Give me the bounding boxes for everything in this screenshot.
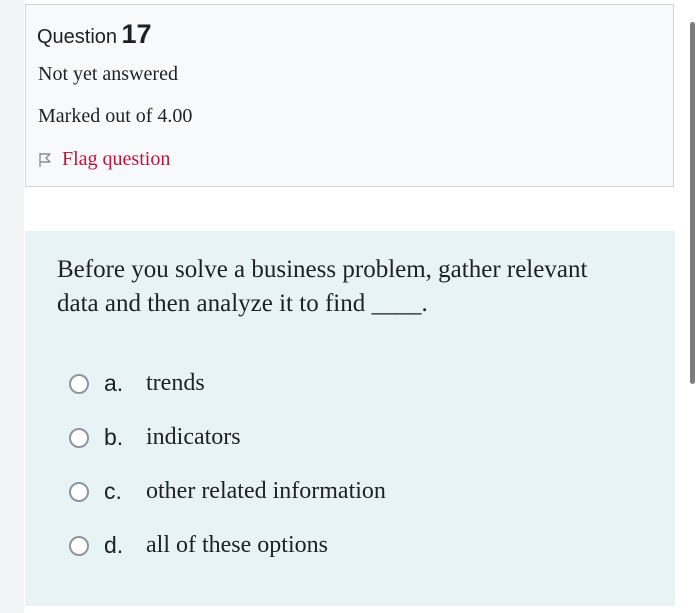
question-text: Before you solve a business problem, gat… — [57, 256, 588, 317]
answer-option-b[interactable]: b. indicators — [69, 424, 241, 451]
question-status: Not yet answered — [38, 63, 178, 85]
question-panel: Before you solve a business problem, gat… — [25, 231, 675, 606]
scrollbar-thumb[interactable] — [690, 22, 695, 384]
question-info-box: Question 17 Not yet answered Marked out … — [25, 4, 674, 187]
answer-letter: c. — [104, 478, 122, 504]
answer-option-a[interactable]: a. trends — [69, 370, 205, 397]
radio-icon[interactable] — [69, 373, 89, 394]
flag-question-label: Flag question — [62, 148, 171, 170]
left-gutter — [0, 0, 24, 613]
radio-icon[interactable] — [69, 481, 89, 502]
question-heading: Question 17 — [37, 19, 152, 50]
answer-text: all of these options — [146, 532, 328, 558]
question-marks: Marked out of 4.00 — [38, 105, 193, 127]
flag-icon — [39, 152, 51, 167]
answer-letter: a. — [104, 370, 124, 396]
answer-letter: b. — [104, 424, 124, 450]
answer-text: other related information — [146, 478, 386, 504]
answer-option-c[interactable]: c. other related information — [69, 478, 386, 505]
answer-option-d[interactable]: d. all of these options — [69, 532, 328, 559]
question-number: 17 — [121, 19, 152, 49]
answer-text: indicators — [146, 424, 241, 450]
answer-letter: d. — [104, 532, 124, 558]
question-label: Question — [37, 26, 118, 48]
flag-question-link[interactable]: Flag question — [38, 148, 170, 171]
radio-icon[interactable] — [69, 535, 89, 556]
answer-text: trends — [146, 370, 205, 396]
radio-icon[interactable] — [69, 427, 89, 448]
